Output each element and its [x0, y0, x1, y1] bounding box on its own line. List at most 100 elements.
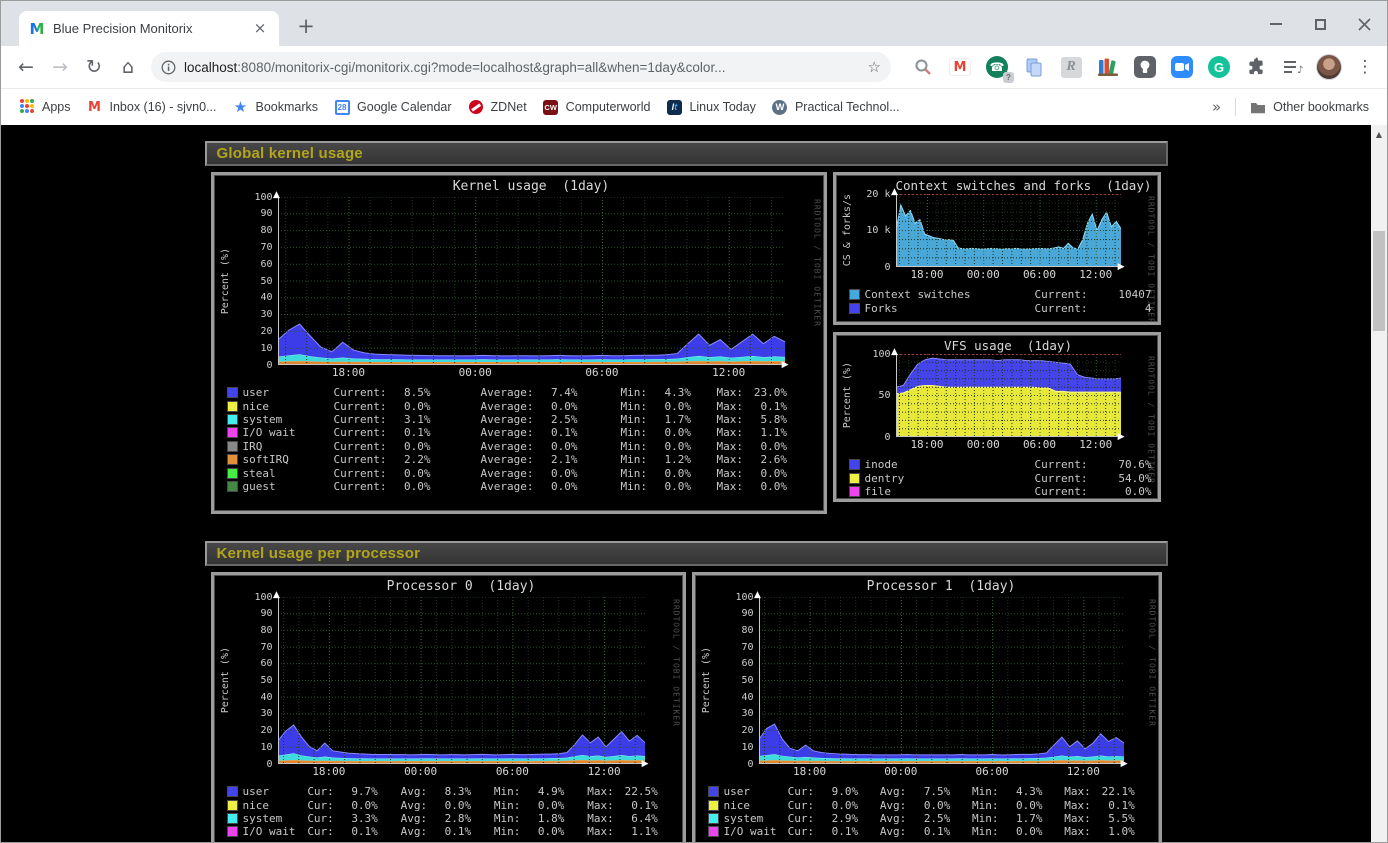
legend-swatch	[228, 388, 237, 397]
legend-stat: Current:10407	[1035, 288, 1152, 301]
lamp-extension-icon[interactable]	[1131, 53, 1159, 81]
bookmark-inbox[interactable]: M Inbox (16) - sjvn0...	[79, 94, 225, 120]
legend-stat-value: 4.9%	[520, 785, 564, 798]
page-scrollbar[interactable]: ▲	[1371, 125, 1387, 842]
bookmarks-bar: Apps M Inbox (16) - sjvn0... ★ Bookmarks…	[1, 89, 1387, 125]
maximize-button[interactable]	[1309, 15, 1331, 33]
bookmark-label: Inbox (16) - sjvn0...	[110, 100, 217, 114]
legend-stat: Average:2.5%	[481, 413, 621, 426]
bookmark-label: Bookmarks	[256, 100, 319, 114]
legend-stat-value: 22.5%	[614, 785, 658, 798]
page-info-icon[interactable]	[161, 60, 176, 75]
legend-series-name: steal	[243, 467, 334, 480]
browser-menu-icon[interactable]: ⋮	[1355, 57, 1375, 77]
legend-stat: Max:1.1%	[717, 426, 813, 439]
forward-icon[interactable]: →	[43, 50, 77, 84]
profile-avatar[interactable]	[1316, 54, 1342, 80]
legend-series-name: I/O wait	[243, 426, 334, 439]
legend-row: inodeCurrent:70.6%	[850, 458, 1156, 471]
bookmarks-overflow-icon[interactable]: »	[1204, 98, 1229, 116]
gmail-extension-icon[interactable]: M	[946, 53, 974, 81]
rrdtool-watermark: RRDTOOL / TOBI OETIKER	[672, 597, 681, 764]
legend-row: I/O waitCur:0.1%Avg:0.1%Min:0.0%Max:1.1%	[228, 825, 681, 838]
browser-window: M Blue Precision Monitorix × + ← → ↻ ⌂ l…	[0, 0, 1388, 843]
extensions-puzzle-icon[interactable]	[1242, 53, 1270, 81]
legend-stat-value: 9.0%	[814, 785, 858, 798]
legend-stat-value: 0.1%	[334, 825, 378, 838]
bookmark-bookmarks[interactable]: ★ Bookmarks	[225, 94, 327, 120]
scrollbar-up-icon[interactable]: ▲	[1371, 125, 1387, 139]
legend-stat: Current:8.5%	[334, 386, 481, 399]
svg-text:♪: ♪	[1297, 65, 1303, 76]
legend-stat-value: 1.7%	[999, 812, 1043, 825]
legend-stat: Max:1.1%	[587, 825, 680, 838]
tab-close-icon[interactable]: ×	[251, 20, 269, 38]
legend-stat: Max:0.1%	[587, 799, 680, 812]
url-bar[interactable]: localhost:8080/monitorix-cgi/monitorix.c…	[151, 52, 891, 82]
bookmark-label: Computerworld	[566, 100, 651, 114]
books-extension-icon[interactable]	[1094, 53, 1122, 81]
legend-stat-value: 1.1%	[614, 825, 658, 838]
legend-stat-value: 8.3%	[427, 785, 471, 798]
legend-stat-value: 4.3%	[999, 785, 1043, 798]
minimize-button[interactable]	[1265, 15, 1287, 33]
legend-stat: Average:0.0%	[481, 480, 621, 493]
url-text[interactable]: localhost:8080/monitorix-cgi/monitorix.c…	[184, 60, 860, 75]
legend-stat-value: 0.0%	[647, 440, 691, 453]
context-switches-graph[interactable]: Context switches and forks (1day)CS & fo…	[833, 172, 1161, 325]
zoom-extension-icon[interactable]	[1168, 53, 1196, 81]
bookmark-practical-technology[interactable]: W Practical Technol...	[764, 94, 908, 120]
tab-monitorix[interactable]: M Blue Precision Monitorix ×	[19, 11, 279, 46]
legend-series-name: IRQ	[243, 440, 334, 453]
r-extension-icon[interactable]: R	[1057, 53, 1085, 81]
legend-stat: Cur:0.0%	[788, 799, 880, 812]
processor-1-graph[interactable]: Processor 1 (1day)Percent (%)01020304050…	[692, 572, 1162, 842]
legend-stat-value: 7.4%	[533, 386, 577, 399]
legend-row: IRQCurrent:0.0%Average:0.0%Min:0.0%Max:0…	[228, 440, 822, 453]
reload-icon[interactable]: ↻	[77, 50, 111, 84]
svg-text:M: M	[30, 21, 45, 37]
legend-stat: Current:0.0%	[334, 480, 481, 493]
bookmark-star-icon[interactable]: ☆	[868, 58, 881, 76]
bookmark-computerworld[interactable]: CW Computerworld	[535, 94, 659, 120]
processor-0-graph[interactable]: Processor 0 (1day)Percent (%)01020304050…	[211, 572, 686, 842]
legend-stat-value: 0.0%	[647, 400, 691, 413]
vfs-usage-graph[interactable]: VFS usage (1day)Percent (%)050100▲▶18:00…	[833, 332, 1161, 502]
scrollbar-thumb[interactable]	[1373, 231, 1385, 331]
legend-stat: Min:0.0%	[972, 825, 1064, 838]
y-axis-label: Percent (%)	[218, 597, 234, 764]
playlist-extension-icon[interactable]: ♪	[1279, 53, 1307, 81]
kernel-usage-graph[interactable]: Kernel usage (1day)Percent (%)0102030405…	[211, 172, 827, 514]
legend-swatch	[709, 787, 718, 796]
grammarly-extension-icon[interactable]: G	[1205, 53, 1233, 81]
legend-swatch	[709, 801, 718, 810]
other-bookmarks[interactable]: Other bookmarks	[1242, 94, 1377, 120]
legend-stat-value: 4	[1087, 302, 1151, 315]
legend-stat-value: 0.0%	[647, 467, 691, 480]
phone-extension-icon[interactable]: ☎ ?	[983, 53, 1011, 81]
legend-swatch	[228, 814, 237, 823]
bookmark-linux-today[interactable]: lt Linux Today	[658, 94, 764, 120]
page-content: Global kernel usage Kernel usage (1day)P…	[1, 125, 1371, 842]
back-icon[interactable]: ←	[9, 50, 43, 84]
apps-shortcut[interactable]: Apps	[11, 94, 79, 120]
legend-stat-value: 0.0%	[386, 480, 430, 493]
home-icon[interactable]: ⌂	[111, 50, 145, 84]
bookmark-label: Practical Technol...	[795, 100, 900, 114]
legend-stat-value: 0.0%	[386, 467, 430, 480]
bookmark-zdnet[interactable]: ZDNet	[460, 94, 535, 120]
copy-pages-extension-icon[interactable]	[1020, 53, 1048, 81]
legend-series-name: user	[243, 785, 308, 798]
legend-stat: Avg:0.1%	[401, 825, 494, 838]
close-window-button[interactable]	[1353, 15, 1375, 33]
legend-stat: Current:4	[1035, 302, 1152, 315]
legend-series-name: inode	[865, 458, 1035, 471]
new-tab-button[interactable]: +	[293, 14, 319, 38]
legend-stat-value: 0.0%	[814, 799, 858, 812]
magnifier-extension-icon[interactable]	[909, 53, 937, 81]
legend-stat: Cur:9.7%	[307, 785, 400, 798]
y-axis-arrow-icon: ▲	[273, 190, 280, 200]
bookmark-google-calendar[interactable]: 28 Google Calendar	[326, 94, 460, 120]
legend-series-name: user	[243, 386, 334, 399]
legend-row: I/O waitCurrent:0.1%Average:0.1%Min:0.0%…	[228, 426, 822, 439]
